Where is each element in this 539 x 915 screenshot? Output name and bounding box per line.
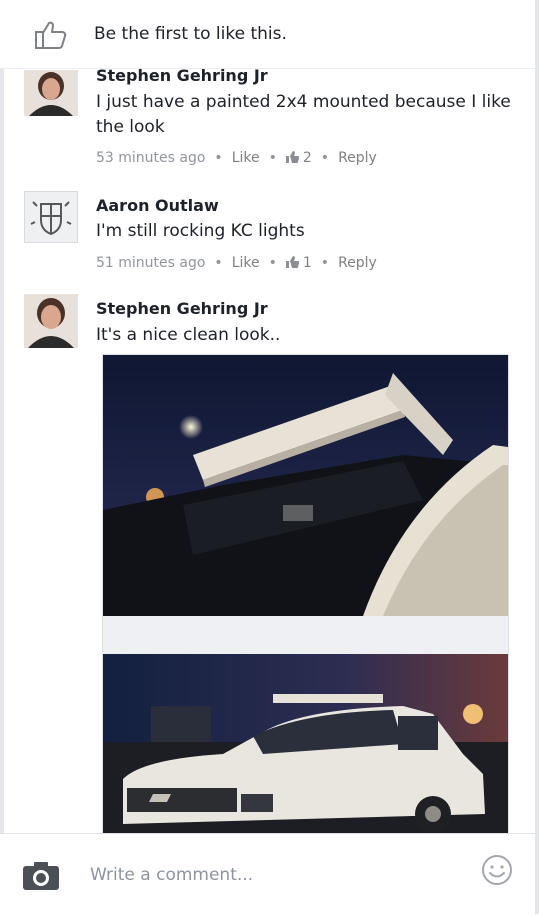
reply-link[interactable]: Reply xyxy=(338,255,377,271)
photo-lightbar-closeup[interactable] xyxy=(103,355,508,616)
like-count: 2 xyxy=(302,150,312,166)
avatar[interactable] xyxy=(24,191,78,243)
like-count-icon xyxy=(285,256,299,268)
comment-composer xyxy=(0,833,539,915)
like-count-icon xyxy=(285,151,299,163)
reply-link[interactable]: Reply xyxy=(338,150,377,166)
comment-item: Aaron Outlaw I'm still rocking KC lights… xyxy=(0,186,539,290)
comment-timestamp: 53 minutes ago xyxy=(96,150,206,166)
comment-author[interactable]: Stephen Gehring Jr xyxy=(96,299,268,318)
comment-text: It's a nice clean look.. xyxy=(96,325,281,345)
smiley-icon[interactable] xyxy=(481,854,513,886)
likes-summary-bar[interactable]: Be the first to like this. xyxy=(0,0,539,69)
comment-thread-screen: Be the first to like this. Stephen Gehri… xyxy=(0,0,539,915)
comment-item: Stephen Gehring Jr I just have a painted… xyxy=(0,66,539,186)
like-link[interactable]: Like xyxy=(232,150,260,166)
photo-gap xyxy=(103,616,508,654)
comment-meta: 53 minutes ago • Like • 2 • Reply xyxy=(96,150,377,166)
photo-truck[interactable] xyxy=(103,654,508,835)
comment-timestamp: 51 minutes ago xyxy=(96,255,206,271)
avatar[interactable] xyxy=(24,294,78,348)
comment-input[interactable] xyxy=(90,862,470,888)
comment-meta: 51 minutes ago • Like • 1 • Reply xyxy=(96,255,377,271)
likes-summary-text: Be the first to like this. xyxy=(94,24,287,44)
camera-icon[interactable] xyxy=(22,861,60,891)
like-count: 1 xyxy=(302,255,312,271)
comment-item: Stephen Gehring Jr It's a nice clean loo… xyxy=(0,290,539,350)
comment-photo-card[interactable] xyxy=(102,354,509,836)
avatar[interactable] xyxy=(24,70,78,116)
like-link[interactable]: Like xyxy=(232,255,260,271)
comment-text: I'm still rocking KC lights xyxy=(96,221,305,241)
comment-text: I just have a painted 2x4 mounted becaus… xyxy=(96,92,511,137)
comment-author[interactable]: Stephen Gehring Jr xyxy=(96,66,268,85)
thumbs-up-icon[interactable] xyxy=(34,20,68,50)
comment-author[interactable]: Aaron Outlaw xyxy=(96,196,219,215)
